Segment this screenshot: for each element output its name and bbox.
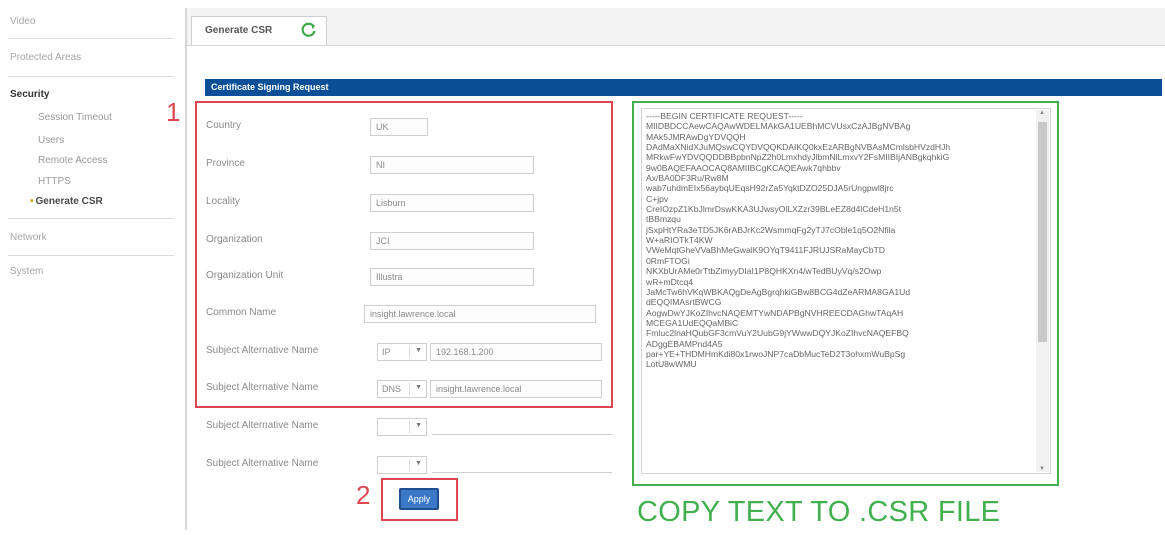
annotation-step-1: 1	[166, 97, 181, 127]
san-type-select[interactable]: ▼	[377, 456, 427, 474]
san-value-field[interactable]: insight.lawrence.local	[430, 380, 602, 398]
san-label: Subject Alternative Name	[206, 345, 319, 356]
san-type-value: DNS	[382, 384, 402, 394]
chevron-down-icon: ▼	[415, 460, 422, 467]
common-name-field[interactable]: insight.lawrence.local	[364, 305, 596, 323]
csr-text: -----BEGIN CERTIFICATE REQUEST----- MIID…	[646, 111, 951, 370]
tab-bar: Generate CSR	[187, 8, 1165, 46]
chevron-down-icon: ▼	[415, 347, 422, 354]
sidebar-divider	[8, 218, 174, 219]
sidebar-item-session-timeout[interactable]: Session Timeout	[38, 112, 112, 123]
sidebar-item-generate-csr[interactable]: • Generate CSR	[30, 196, 103, 207]
san-type-select[interactable]: DNS ▼	[377, 380, 427, 398]
copy-instruction: COPY TEXT TO .CSR FILE	[637, 496, 1001, 528]
sidebar-item-label: Generate CSR	[35, 196, 103, 207]
sidebar-item-system[interactable]: System	[10, 266, 43, 277]
org-unit-field[interactable]: Illustra	[370, 268, 534, 286]
sidebar-divider	[8, 255, 174, 256]
scroll-down-icon[interactable]: ▼	[1039, 466, 1045, 472]
section-header: Certificate Signing Request	[205, 79, 1162, 96]
active-dot-icon: •	[30, 196, 34, 207]
annotation-step-2: 2	[356, 480, 371, 510]
csr-scrollbar[interactable]: ▲ ▼	[1036, 110, 1049, 472]
sidebar-item-remote-access[interactable]: Remote Access	[38, 155, 107, 166]
san-label: Subject Alternative Name	[206, 382, 319, 393]
sidebar-item-https[interactable]: HTTPS	[38, 176, 71, 187]
chevron-down-icon: ▼	[415, 384, 422, 391]
san-type-select[interactable]: IP ▼	[377, 343, 427, 361]
san-value-field[interactable]	[432, 472, 612, 473]
sidebar-item-security[interactable]: Security	[10, 89, 49, 100]
tab-label: Generate CSR	[205, 25, 273, 36]
san-value-field[interactable]	[432, 434, 612, 435]
sidebar-divider	[8, 76, 174, 77]
annotation-highlight-box	[195, 101, 613, 408]
refresh-icon[interactable]	[300, 21, 318, 39]
san-label: Subject Alternative Name	[206, 420, 319, 431]
tab-generate-csr[interactable]: Generate CSR	[191, 16, 327, 45]
province-label: Province	[206, 158, 245, 169]
scroll-up-icon[interactable]: ▲	[1039, 110, 1045, 116]
organization-label: Organization	[206, 234, 263, 245]
locality-label: Locality	[206, 196, 240, 207]
sidebar-item-protected-areas[interactable]: Protected Areas	[10, 52, 81, 63]
common-name-label: Common Name	[206, 307, 277, 318]
san-type-select[interactable]: ▼	[377, 418, 427, 436]
apply-button[interactable]: Apply	[399, 488, 439, 510]
org-unit-label: Organization Unit	[206, 270, 284, 281]
scrollbar-thumb[interactable]	[1038, 122, 1047, 342]
sidebar-item-network[interactable]: Network	[10, 232, 47, 243]
sidebar-item-video[interactable]: Video	[10, 16, 35, 27]
san-label: Subject Alternative Name	[206, 458, 319, 469]
content-divider	[185, 8, 187, 530]
chevron-down-icon: ▼	[415, 422, 422, 429]
sidebar-item-users[interactable]: Users	[38, 135, 64, 146]
locality-field[interactable]: Lisburn	[370, 194, 534, 212]
csr-textarea[interactable]: -----BEGIN CERTIFICATE REQUEST----- MIID…	[641, 108, 1051, 474]
organization-field[interactable]: JCI	[370, 232, 534, 250]
san-value-field[interactable]: 192.168.1.200	[430, 343, 602, 361]
country-label: Country	[206, 120, 242, 131]
sidebar-nav: Video Protected Areas Security Session T…	[0, 0, 180, 535]
san-type-value: IP	[382, 347, 391, 357]
province-field[interactable]: NI	[370, 156, 534, 174]
section-title: Certificate Signing Request	[211, 82, 329, 92]
country-field[interactable]: UK	[370, 118, 428, 136]
sidebar-divider	[8, 38, 174, 39]
